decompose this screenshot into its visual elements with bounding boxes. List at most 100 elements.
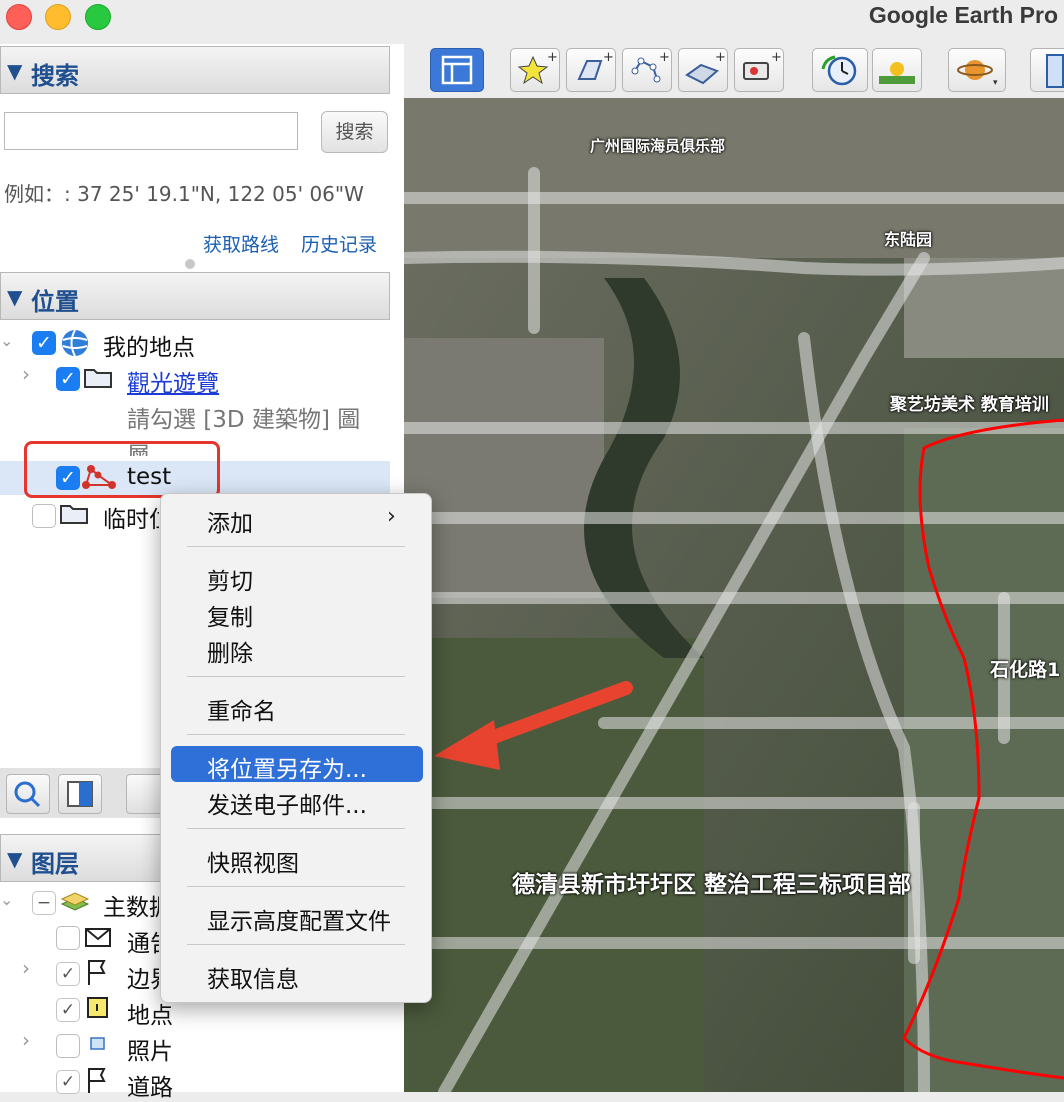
svg-text:+: + bbox=[603, 50, 614, 65]
expand-arrow-icon[interactable]: ⌄ bbox=[0, 890, 13, 909]
layer-checkbox[interactable]: ✓ bbox=[56, 1070, 80, 1094]
temp-places-label[interactable]: 临时位置 bbox=[103, 500, 159, 534]
panel-splitter-handle[interactable] bbox=[185, 259, 195, 269]
expand-arrow-icon[interactable]: › bbox=[22, 1028, 30, 1052]
add-path-button[interactable]: + bbox=[622, 48, 672, 92]
envelope-icon bbox=[85, 928, 111, 947]
clock-icon bbox=[821, 55, 857, 86]
search-places-button[interactable] bbox=[6, 774, 50, 814]
menu-item-copy[interactable]: 复制 bbox=[207, 598, 253, 632]
ruler-button[interactable] bbox=[1030, 48, 1064, 92]
search-button[interactable]: 搜索 bbox=[321, 111, 388, 153]
collapse-triangle-icon: ▼ bbox=[7, 59, 23, 83]
layer-checkbox[interactable] bbox=[56, 1034, 80, 1058]
map-label: 广州国际海员俱乐部 bbox=[590, 137, 726, 155]
menu-item-elevation-profile[interactable]: 显示高度配置文件 bbox=[207, 902, 391, 936]
placemark-pin-icon: + bbox=[517, 50, 558, 85]
add-polygon-button[interactable]: + bbox=[566, 48, 616, 92]
collapse-triangle-icon: ▼ bbox=[7, 285, 23, 309]
menu-item-send-email[interactable]: 发送电子邮件... bbox=[207, 786, 367, 820]
historical-imagery-button[interactable] bbox=[812, 48, 868, 92]
layer-label[interactable]: 照片 bbox=[127, 1032, 173, 1066]
map-label: 石化路1 bbox=[990, 659, 1061, 681]
minimize-window-button[interactable] bbox=[45, 4, 71, 30]
menu-separator bbox=[187, 886, 405, 887]
menu-separator bbox=[187, 828, 405, 829]
annotation-red-box bbox=[24, 441, 220, 498]
layer-checkbox[interactable] bbox=[56, 926, 80, 950]
photo-icon bbox=[90, 1037, 105, 1050]
place-marker-icon bbox=[87, 997, 108, 1018]
flag-icon bbox=[88, 960, 106, 985]
menu-item-add[interactable]: 添加 bbox=[207, 504, 253, 538]
main-toolbar: + + + + + ▾ bbox=[404, 44, 1064, 99]
satellite-imagery bbox=[404, 98, 1064, 1092]
layer-checkbox[interactable]: ✓ bbox=[56, 998, 80, 1022]
zoom-window-button[interactable] bbox=[85, 4, 111, 30]
menu-item-get-info[interactable]: 获取信息 bbox=[207, 960, 299, 994]
map-label: 德清县新市圩圩区 整治工程三标项目部 bbox=[512, 872, 912, 898]
search-input[interactable] bbox=[4, 112, 298, 150]
title-bar: Google Earth Pro bbox=[0, 0, 1064, 44]
svg-text:+: + bbox=[771, 50, 782, 65]
earth-globe-icon bbox=[62, 329, 88, 357]
layer-checkbox[interactable]: ✓ bbox=[56, 962, 80, 986]
polygon-icon: + bbox=[577, 50, 614, 80]
my-places-checkbox[interactable]: ✓ bbox=[32, 331, 56, 355]
search-example-text: 例如：: 37 25' 19.1"N, 122 05' 06"W bbox=[4, 182, 364, 206]
add-image-overlay-button[interactable]: + bbox=[678, 48, 728, 92]
expand-arrow-icon[interactable]: ⌄ bbox=[0, 331, 13, 350]
places-section-title: 位置 bbox=[31, 288, 79, 316]
context-menu: 添加 › 剪切 复制 删除 重命名 将位置另存为... 发送电子邮件... 快照… bbox=[160, 493, 432, 1003]
submenu-arrow-icon: › bbox=[387, 504, 396, 529]
switch-planet-button[interactable]: ▾ bbox=[948, 48, 1006, 92]
layer-label[interactable]: 通告 bbox=[127, 924, 159, 958]
path-icon: + bbox=[631, 50, 670, 83]
record-tour-button[interactable]: + bbox=[734, 48, 784, 92]
my-places-label[interactable]: 我的地点 bbox=[103, 328, 195, 362]
svg-text:+: + bbox=[715, 50, 726, 65]
sightseeing-hint-line1: 請勾選 [3D 建築物] 圖 bbox=[127, 407, 361, 433]
menu-item-snapshot-view[interactable]: 快照视图 bbox=[207, 844, 299, 878]
layers-stack-icon bbox=[60, 892, 90, 911]
menu-item-delete[interactable]: 删除 bbox=[207, 634, 253, 668]
menu-item-save-place-as[interactable]: 将位置另存为... bbox=[207, 750, 367, 784]
add-placemark-button[interactable]: + bbox=[510, 48, 560, 92]
road-flag-icon bbox=[88, 1068, 106, 1093]
map-label: 聚艺坊美术 教育培训 bbox=[890, 395, 1049, 415]
planet-icon: ▾ bbox=[957, 60, 998, 88]
svg-text:▾: ▾ bbox=[993, 78, 998, 88]
menu-separator bbox=[187, 676, 405, 677]
places-section-header[interactable]: ▼ 位置 bbox=[0, 272, 390, 320]
magnifier-icon bbox=[14, 781, 41, 808]
menu-separator bbox=[187, 944, 405, 945]
primary-database-checkbox[interactable]: − bbox=[32, 891, 56, 915]
sidebar-toggle-button[interactable] bbox=[430, 48, 484, 92]
layer-label[interactable]: 主数据库 bbox=[103, 888, 159, 922]
sunlight-button[interactable] bbox=[872, 48, 922, 92]
menu-separator bbox=[187, 546, 405, 547]
get-directions-link[interactable]: 获取路线 bbox=[203, 230, 279, 257]
window-title: Google Earth Pro bbox=[868, 2, 1058, 28]
layers-section-title: 图层 bbox=[31, 850, 79, 878]
expand-arrow-icon[interactable]: › bbox=[22, 956, 30, 980]
sun-icon bbox=[879, 62, 915, 84]
history-link[interactable]: 历史记录 bbox=[301, 230, 377, 257]
expand-arrow-icon[interactable]: › bbox=[22, 362, 30, 386]
search-section-header[interactable]: ▼ 搜索 bbox=[0, 46, 390, 94]
layer-label[interactable]: 道路 bbox=[127, 1068, 173, 1102]
folder-icon bbox=[84, 369, 112, 388]
menu-item-rename[interactable]: 重命名 bbox=[207, 692, 276, 726]
toggle-panel-button[interactable] bbox=[58, 774, 102, 814]
temp-places-checkbox[interactable] bbox=[32, 504, 56, 528]
close-window-button[interactable] bbox=[6, 4, 32, 30]
earth-map-view[interactable]: 广州国际海员俱乐部 东陆园 聚艺坊美术 教育培训 石化路1 德清县新市圩圩区 整… bbox=[404, 98, 1064, 1092]
panel-toggle-icon bbox=[67, 781, 93, 807]
sightseeing-checkbox[interactable]: ✓ bbox=[56, 367, 80, 391]
image-overlay-icon: + bbox=[685, 50, 726, 85]
sightseeing-link[interactable]: 觀光遊覽 bbox=[127, 364, 219, 398]
sidebar-icon bbox=[441, 55, 473, 85]
menu-item-cut[interactable]: 剪切 bbox=[207, 562, 253, 596]
menu-separator bbox=[187, 734, 405, 735]
layer-label[interactable]: 边界和地名 bbox=[127, 960, 159, 994]
